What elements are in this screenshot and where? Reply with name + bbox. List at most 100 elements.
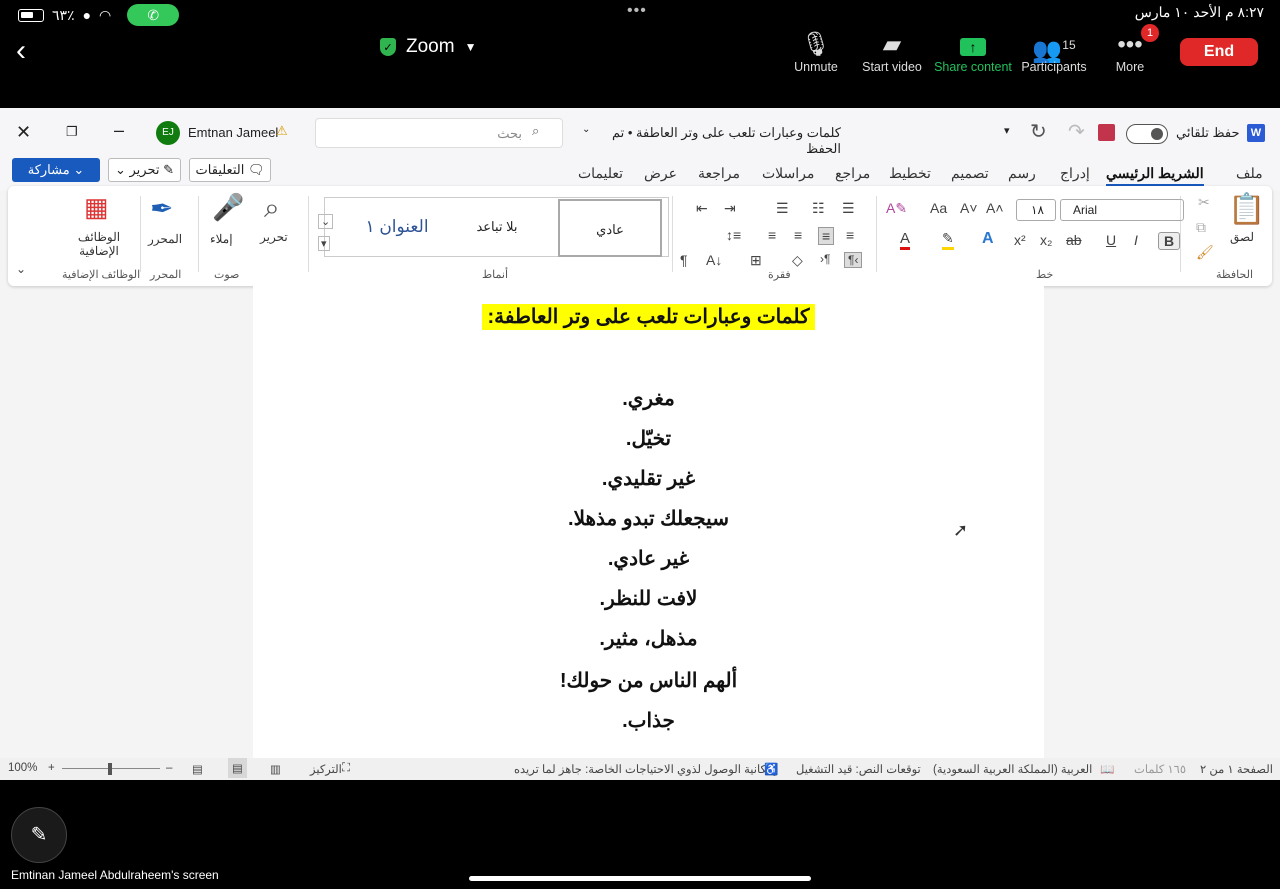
doc-line[interactable]: مغري. <box>253 386 1044 411</box>
font-color-icon[interactable]: A <box>900 230 911 250</box>
paste-label[interactable]: لصق <box>1230 230 1254 244</box>
tab-layout[interactable]: تخطيط <box>889 165 931 182</box>
paste-icon[interactable]: 📋 <box>1228 192 1265 227</box>
undo-icon[interactable]: ↻ <box>1030 119 1047 144</box>
bullets-icon[interactable]: ☰ <box>842 200 855 217</box>
text-effects-icon[interactable]: A <box>982 230 994 248</box>
doc-line[interactable]: جذاب. <box>253 708 1044 733</box>
tab-view[interactable]: عرض <box>644 165 677 182</box>
justify-icon[interactable]: ≡ <box>768 227 776 243</box>
doc-line[interactable]: ألهم الناس من حولك! <box>253 668 1044 693</box>
tab-help[interactable]: تعليمات <box>578 165 623 182</box>
editing-label[interactable]: تحرير <box>260 230 288 244</box>
tab-draw[interactable]: رسم <box>1008 165 1036 182</box>
share-content-button[interactable]: ↑ Share content <box>932 30 1014 74</box>
superscript-icon[interactable]: x² <box>1014 232 1026 248</box>
font-size-select[interactable]: ١٨ <box>1016 199 1056 221</box>
shading-icon[interactable]: ◇ <box>792 252 803 269</box>
microphone-icon[interactable]: 🎤 <box>212 192 244 223</box>
doc-heading[interactable]: كلمات وعبارات تلعب على وتر العاطفة: <box>253 304 1044 330</box>
proofing-icon[interactable]: 📖 <box>1100 762 1114 776</box>
home-indicator[interactable] <box>469 876 811 881</box>
zoom-slider-thumb[interactable] <box>108 763 112 775</box>
zoom-minus-icon[interactable]: – <box>166 762 172 774</box>
search-input[interactable]: بحث <box>315 118 563 148</box>
document-page[interactable]: كلمات وعبارات تلعب على وتر العاطفة: مغري… <box>253 286 1044 758</box>
font-name-select[interactable]: Arial <box>1060 199 1184 221</box>
tab-references[interactable]: مراجع <box>835 165 870 182</box>
decrease-indent-icon[interactable]: ⇤ <box>696 200 708 217</box>
format-painter-icon[interactable]: 🖌 <box>1196 244 1214 261</box>
underline-icon[interactable]: U <box>1106 232 1116 248</box>
style-heading-1[interactable]: العنوان ١ <box>345 198 449 256</box>
find-icon[interactable]: ⌕ <box>264 192 280 225</box>
copy-icon[interactable]: ⧉ <box>1196 219 1206 236</box>
tab-home[interactable]: الشريط الرئيسي <box>1106 165 1204 187</box>
close-icon[interactable]: ✕ <box>16 122 31 143</box>
doc-line[interactable]: غير عادي. <box>253 546 1044 571</box>
redo-icon[interactable]: ↷ <box>1068 119 1085 144</box>
grow-font-icon[interactable]: A˄ <box>986 200 1004 216</box>
style-normal[interactable]: عادي <box>558 199 662 257</box>
tab-insert[interactable]: إدراج <box>1060 165 1090 182</box>
tab-file[interactable]: ملف <box>1236 165 1263 182</box>
change-case-icon[interactable]: Aa <box>930 200 947 216</box>
multitask-dots-icon[interactable]: ••• <box>627 2 647 20</box>
cut-icon[interactable]: ✂ <box>1198 194 1210 211</box>
subscript-icon[interactable]: x₂ <box>1040 232 1052 248</box>
call-pill[interactable]: ✆ <box>127 4 180 26</box>
bold-icon[interactable]: B <box>1158 232 1181 250</box>
numbering-icon[interactable]: ☷ <box>812 200 825 217</box>
comments-button[interactable]: التعليقات 🗨 <box>189 158 271 182</box>
tab-mailings[interactable]: مراسلات <box>762 165 814 182</box>
shrink-font-icon[interactable]: A˅ <box>960 200 978 216</box>
align-center-icon[interactable]: ≡ <box>818 227 835 245</box>
doc-line[interactable]: لافت للنظر. <box>253 586 1044 611</box>
increase-indent-icon[interactable]: ⇥ <box>724 200 736 217</box>
avatar[interactable]: EJ <box>156 121 180 145</box>
end-button[interactable]: End <box>1180 38 1258 66</box>
doc-title[interactable]: كلمات وعبارات تلعب على وتر العاطفة • تم … <box>596 125 841 157</box>
autosave-toggle[interactable] <box>1126 124 1168 144</box>
highlight-icon[interactable]: ✎ <box>942 230 954 250</box>
minimize-icon[interactable]: – <box>114 120 124 141</box>
ltr-direction-icon[interactable]: ›¶ <box>820 252 830 266</box>
zoom-level[interactable]: 100% <box>8 762 37 774</box>
user-name[interactable]: Emtnan Jameel <box>188 125 278 140</box>
edit-mode-button[interactable]: ⌄ تحرير ✎ <box>108 158 181 182</box>
addins-label[interactable]: الوظائف الإضافية <box>72 230 126 258</box>
editor-pen-icon[interactable]: ✒ <box>150 192 173 225</box>
text-predictions[interactable]: توقعات النص: قيد التشغيل <box>796 762 921 776</box>
start-video-button[interactable]: ▰ Start video <box>852 30 932 74</box>
doc-line[interactable]: مذهل، مثير. <box>253 626 1044 651</box>
doc-line[interactable]: غير تقليدي. <box>253 466 1044 491</box>
borders-icon[interactable]: ⊞ <box>750 252 762 269</box>
save-icon[interactable] <box>1098 124 1115 141</box>
tab-review[interactable]: مراجعة <box>698 165 740 182</box>
participants-button[interactable]: 👥15 Participants <box>1014 30 1094 74</box>
chevron-down-icon[interactable]: ⌄ <box>582 124 590 135</box>
italic-icon[interactable]: I <box>1134 232 1138 248</box>
web-layout-icon[interactable]: ▤ <box>192 762 203 776</box>
show-marks-icon[interactable]: ¶ <box>680 252 688 268</box>
addins-grid-icon[interactable]: ▦ <box>84 192 109 223</box>
warning-icon[interactable]: ⚠ <box>276 123 288 139</box>
multilevel-list-icon[interactable]: ☰ <box>776 200 789 217</box>
unmute-button[interactable]: 🎙 Unmute <box>776 30 856 74</box>
read-mode-icon[interactable]: ▥ <box>270 762 281 776</box>
restore-icon[interactable]: ❐ <box>66 124 78 140</box>
styles-more-icon[interactable]: ▾ <box>318 236 330 251</box>
print-layout-icon[interactable]: ▤ <box>228 758 247 778</box>
align-right-icon[interactable]: ≡ <box>846 227 854 243</box>
share-button[interactable]: مشاركة ⌄ <box>12 158 100 182</box>
focus-icon[interactable]: ⛶ <box>342 762 350 775</box>
collapse-ribbon-icon[interactable]: ⌄ <box>16 262 26 276</box>
annotate-pen-button[interactable]: ✎ <box>11 807 67 863</box>
clear-formatting-icon[interactable]: A✎ <box>886 200 907 217</box>
doc-line[interactable]: تخيّل. <box>253 426 1044 451</box>
line-spacing-icon[interactable]: ↕≡ <box>726 227 741 243</box>
language-status[interactable]: العربية (المملكة العربية السعودية) <box>933 762 1092 776</box>
focus-label[interactable]: التركيز <box>310 762 342 776</box>
rtl-direction-icon[interactable]: ¶‹ <box>844 252 863 268</box>
editor-label[interactable]: المحرر <box>148 232 182 246</box>
